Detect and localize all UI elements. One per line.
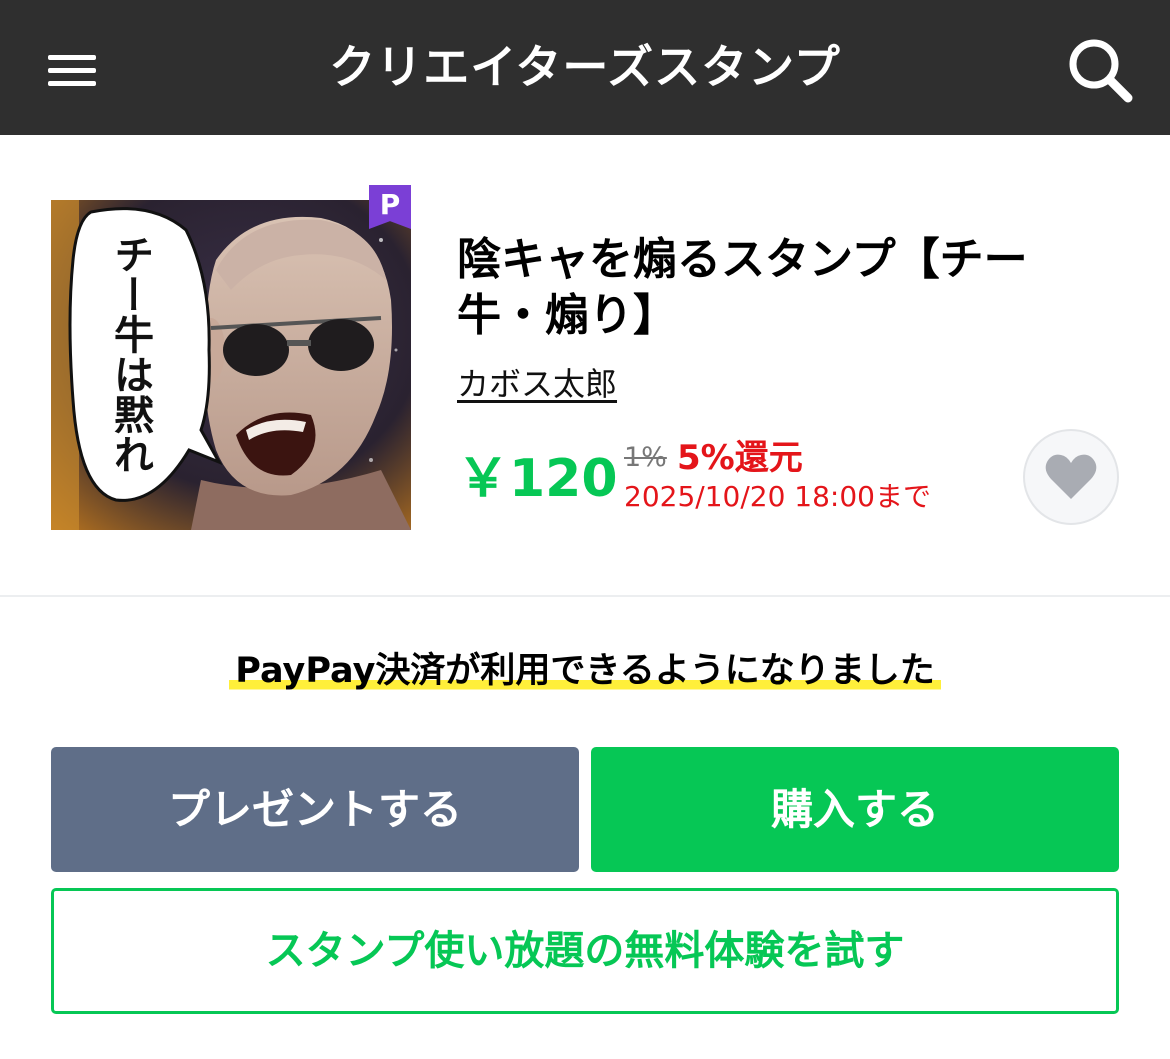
author-link[interactable]: カボス太郎	[457, 362, 617, 406]
new-reward-rate: 5%還元	[677, 438, 803, 478]
price: ￥120	[457, 449, 618, 509]
paypay-notice-text: PayPay決済が利用できるようになりました	[229, 648, 941, 694]
present-button[interactable]: プレゼントする	[51, 747, 579, 872]
sticker-thumbnail[interactable]: チー牛は黙れ	[51, 200, 411, 530]
top-header: クリエイターズスタンプ	[0, 0, 1170, 135]
page-title: クリエイターズスタンプ	[329, 40, 841, 94]
campaign-deadline: 2025/10/20 18:00まで	[624, 480, 931, 513]
paypay-notice: PayPay決済が利用できるようになりました	[0, 648, 1170, 694]
search-button[interactable]	[1058, 30, 1140, 106]
favorite-button[interactable]	[1023, 429, 1119, 525]
product-title: 陰キャを煽るスタンプ【チー牛・煽り】	[457, 234, 1028, 341]
search-icon	[1069, 39, 1133, 103]
free-trial-button[interactable]: スタンプ使い放題の無料体験を試す	[51, 888, 1119, 1014]
sticker-caption: チー牛は黙れ	[107, 234, 153, 474]
buy-button[interactable]: 購入する	[591, 747, 1119, 872]
heart-icon	[1045, 454, 1097, 499]
old-reward-rate: 1%	[624, 442, 667, 473]
section-divider	[0, 595, 1170, 597]
